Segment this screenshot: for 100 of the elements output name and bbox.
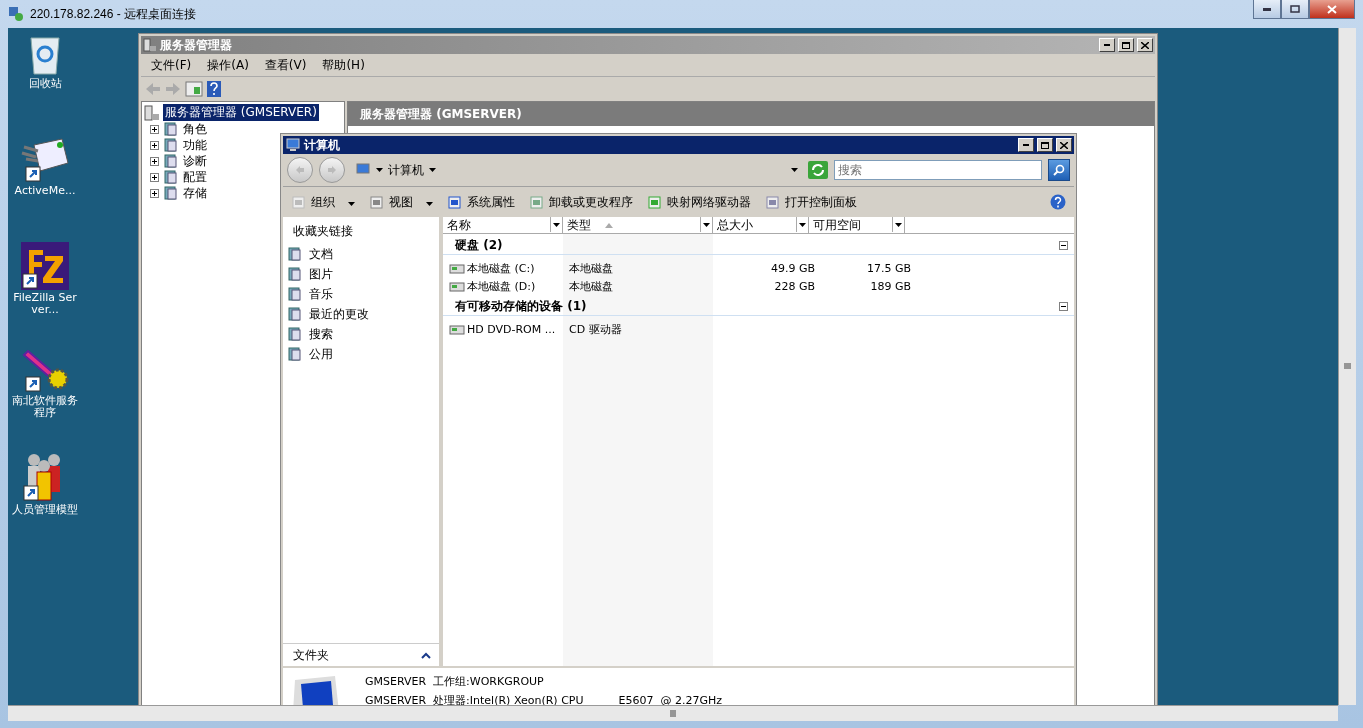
window-title: 220.178.82.246 - 远程桌面连接 [30,5,197,23]
column-dropdown-icon [895,222,902,227]
tree-item[interactable]: 存储 [183,184,207,202]
desktop-icon-label[interactable]: ActiveMe... [10,185,80,197]
toolbar-button[interactable]: 视图 [369,193,433,211]
tree-item[interactable]: 服务器管理器 (GMSERVER) [163,104,319,121]
favorite-link[interactable]: 最近的更改 [283,304,439,324]
tree-item[interactable]: 角色 [183,120,207,138]
remote-desktop-icon [8,6,24,22]
column-header[interactable]: 可用空间 [809,217,905,234]
node-icon [163,153,179,169]
minimize-icon [1104,44,1110,46]
control-panel-icon [765,194,780,210]
dropdown-caret-icon [791,168,798,172]
favorite-link[interactable]: 音乐 [283,284,439,304]
refresh-icon [808,161,828,179]
caret-icon [429,168,436,172]
menu-item[interactable]: 帮助(H) [316,54,371,76]
toolbar-button[interactable]: 系统属性 [447,193,515,211]
folder-icon [287,266,303,282]
menu-item[interactable]: 查看(V) [258,54,313,76]
tree-item[interactable]: 配置 [183,168,207,186]
window-title: 计算机 [304,136,341,154]
program-icon [529,194,544,210]
caret-icon [376,168,383,172]
folders-bar[interactable]: 文件夹 [283,643,439,666]
search-button[interactable] [1048,159,1070,181]
minimize-icon [1023,144,1029,146]
breadcrumb[interactable]: 计算机 [388,161,424,179]
favorite-link[interactable]: 文档 [283,244,439,264]
organize-icon [291,194,306,210]
close-icon [1060,141,1068,149]
favorite-link[interactable]: 搜索 [283,324,439,344]
caret-icon [348,202,355,206]
node-icon [163,121,179,137]
drive-name[interactable]: 本地磁盘 (D:) [449,278,569,294]
folder-icon [287,286,303,302]
drive-name[interactable]: 本地磁盘 (C:) [449,260,569,276]
folder-icon [287,346,303,362]
drive-name[interactable]: HD DVD-ROM ... [449,322,569,336]
back-arrow-icon [295,165,305,175]
view-icon [369,194,384,210]
column-dropdown-icon [799,222,806,227]
search-icon [1053,164,1065,176]
console-tree-icon [185,81,203,97]
folders-label: 文件夹 [293,646,329,664]
system-properties-icon [447,194,462,210]
menu-item[interactable]: 文件(F) [145,54,198,76]
column-dropdown-icon [553,222,560,227]
restore-icon [1290,5,1300,13]
tree-item[interactable]: 诊断 [183,152,207,170]
computer-icon [355,163,371,177]
free-space: 189 GB [869,279,911,293]
forward-arrow-icon [327,165,337,175]
forward-arrow-icon [165,82,181,96]
tree-item[interactable]: 功能 [183,136,207,154]
minimize-button[interactable] [1253,0,1281,19]
section-title: 收藏夹链接 [292,223,354,240]
drive-type: 本地磁盘 [569,260,614,276]
column-header[interactable]: 类型 [563,217,713,234]
sort-arrow-icon [605,223,613,228]
drive-type: 本地磁盘 [569,278,614,294]
horizontal-scrollbar[interactable] [8,705,1338,721]
close-icon [1141,41,1149,49]
drive-icon [449,279,465,293]
toolbar-button[interactable]: 组织 [291,193,355,211]
detail-line: GMSERVER 处理器:Intel(R) Xeon(R) CPU E5607 @ 2.27GHz [365,693,722,705]
group-title: 有可移动存储的设备 (1) [455,297,587,315]
desktop-icon-label[interactable]: 人员管理模型 [10,504,80,516]
desktop-icon-label[interactable]: 南北软件服务程序 [10,395,80,419]
column-header[interactable]: 总大小 [713,217,809,234]
search-field[interactable]: 搜索 [834,160,1042,180]
total-size: 228 GB [773,279,815,293]
node-icon [163,137,179,153]
toolbar-button[interactable]: 卸载或更改程序 [529,193,633,211]
chevron-up-icon [421,651,431,659]
server-icon [143,38,157,52]
desktop-icon-label[interactable]: FileZilla Server... [10,292,80,316]
scroll-grip-icon [669,710,677,717]
pane-header: 服务器管理器 (GMSERVER) [348,102,1154,126]
folder-icon [287,246,303,262]
column-dropdown-icon [703,222,710,227]
node-icon [163,185,179,201]
desktop-icon-label[interactable]: 回收站 [10,78,80,90]
vertical-scrollbar[interactable] [1338,28,1356,705]
folder-icon [287,306,303,322]
toolbar-button[interactable]: 映射网络驱动器 [647,193,751,211]
column-header[interactable]: 名称 [443,217,563,234]
favorite-link[interactable]: 图片 [283,264,439,284]
toolbar-button[interactable]: 打开控制面板 [765,193,857,211]
gear-shortcut-icon [20,347,70,393]
detail-line: GMSERVER 工作组:WORKGROUP [365,674,545,689]
caret-icon [426,202,433,206]
filezilla-shortcut-icon [21,242,69,290]
back-arrow-icon [145,82,161,96]
menu-item[interactable]: 操作(A) [201,54,255,76]
drive-icon [449,322,465,336]
drive-type: CD 驱动器 [569,321,623,337]
favorite-link[interactable]: 公用 [283,344,439,364]
total-size: 49.9 GB [769,261,815,275]
